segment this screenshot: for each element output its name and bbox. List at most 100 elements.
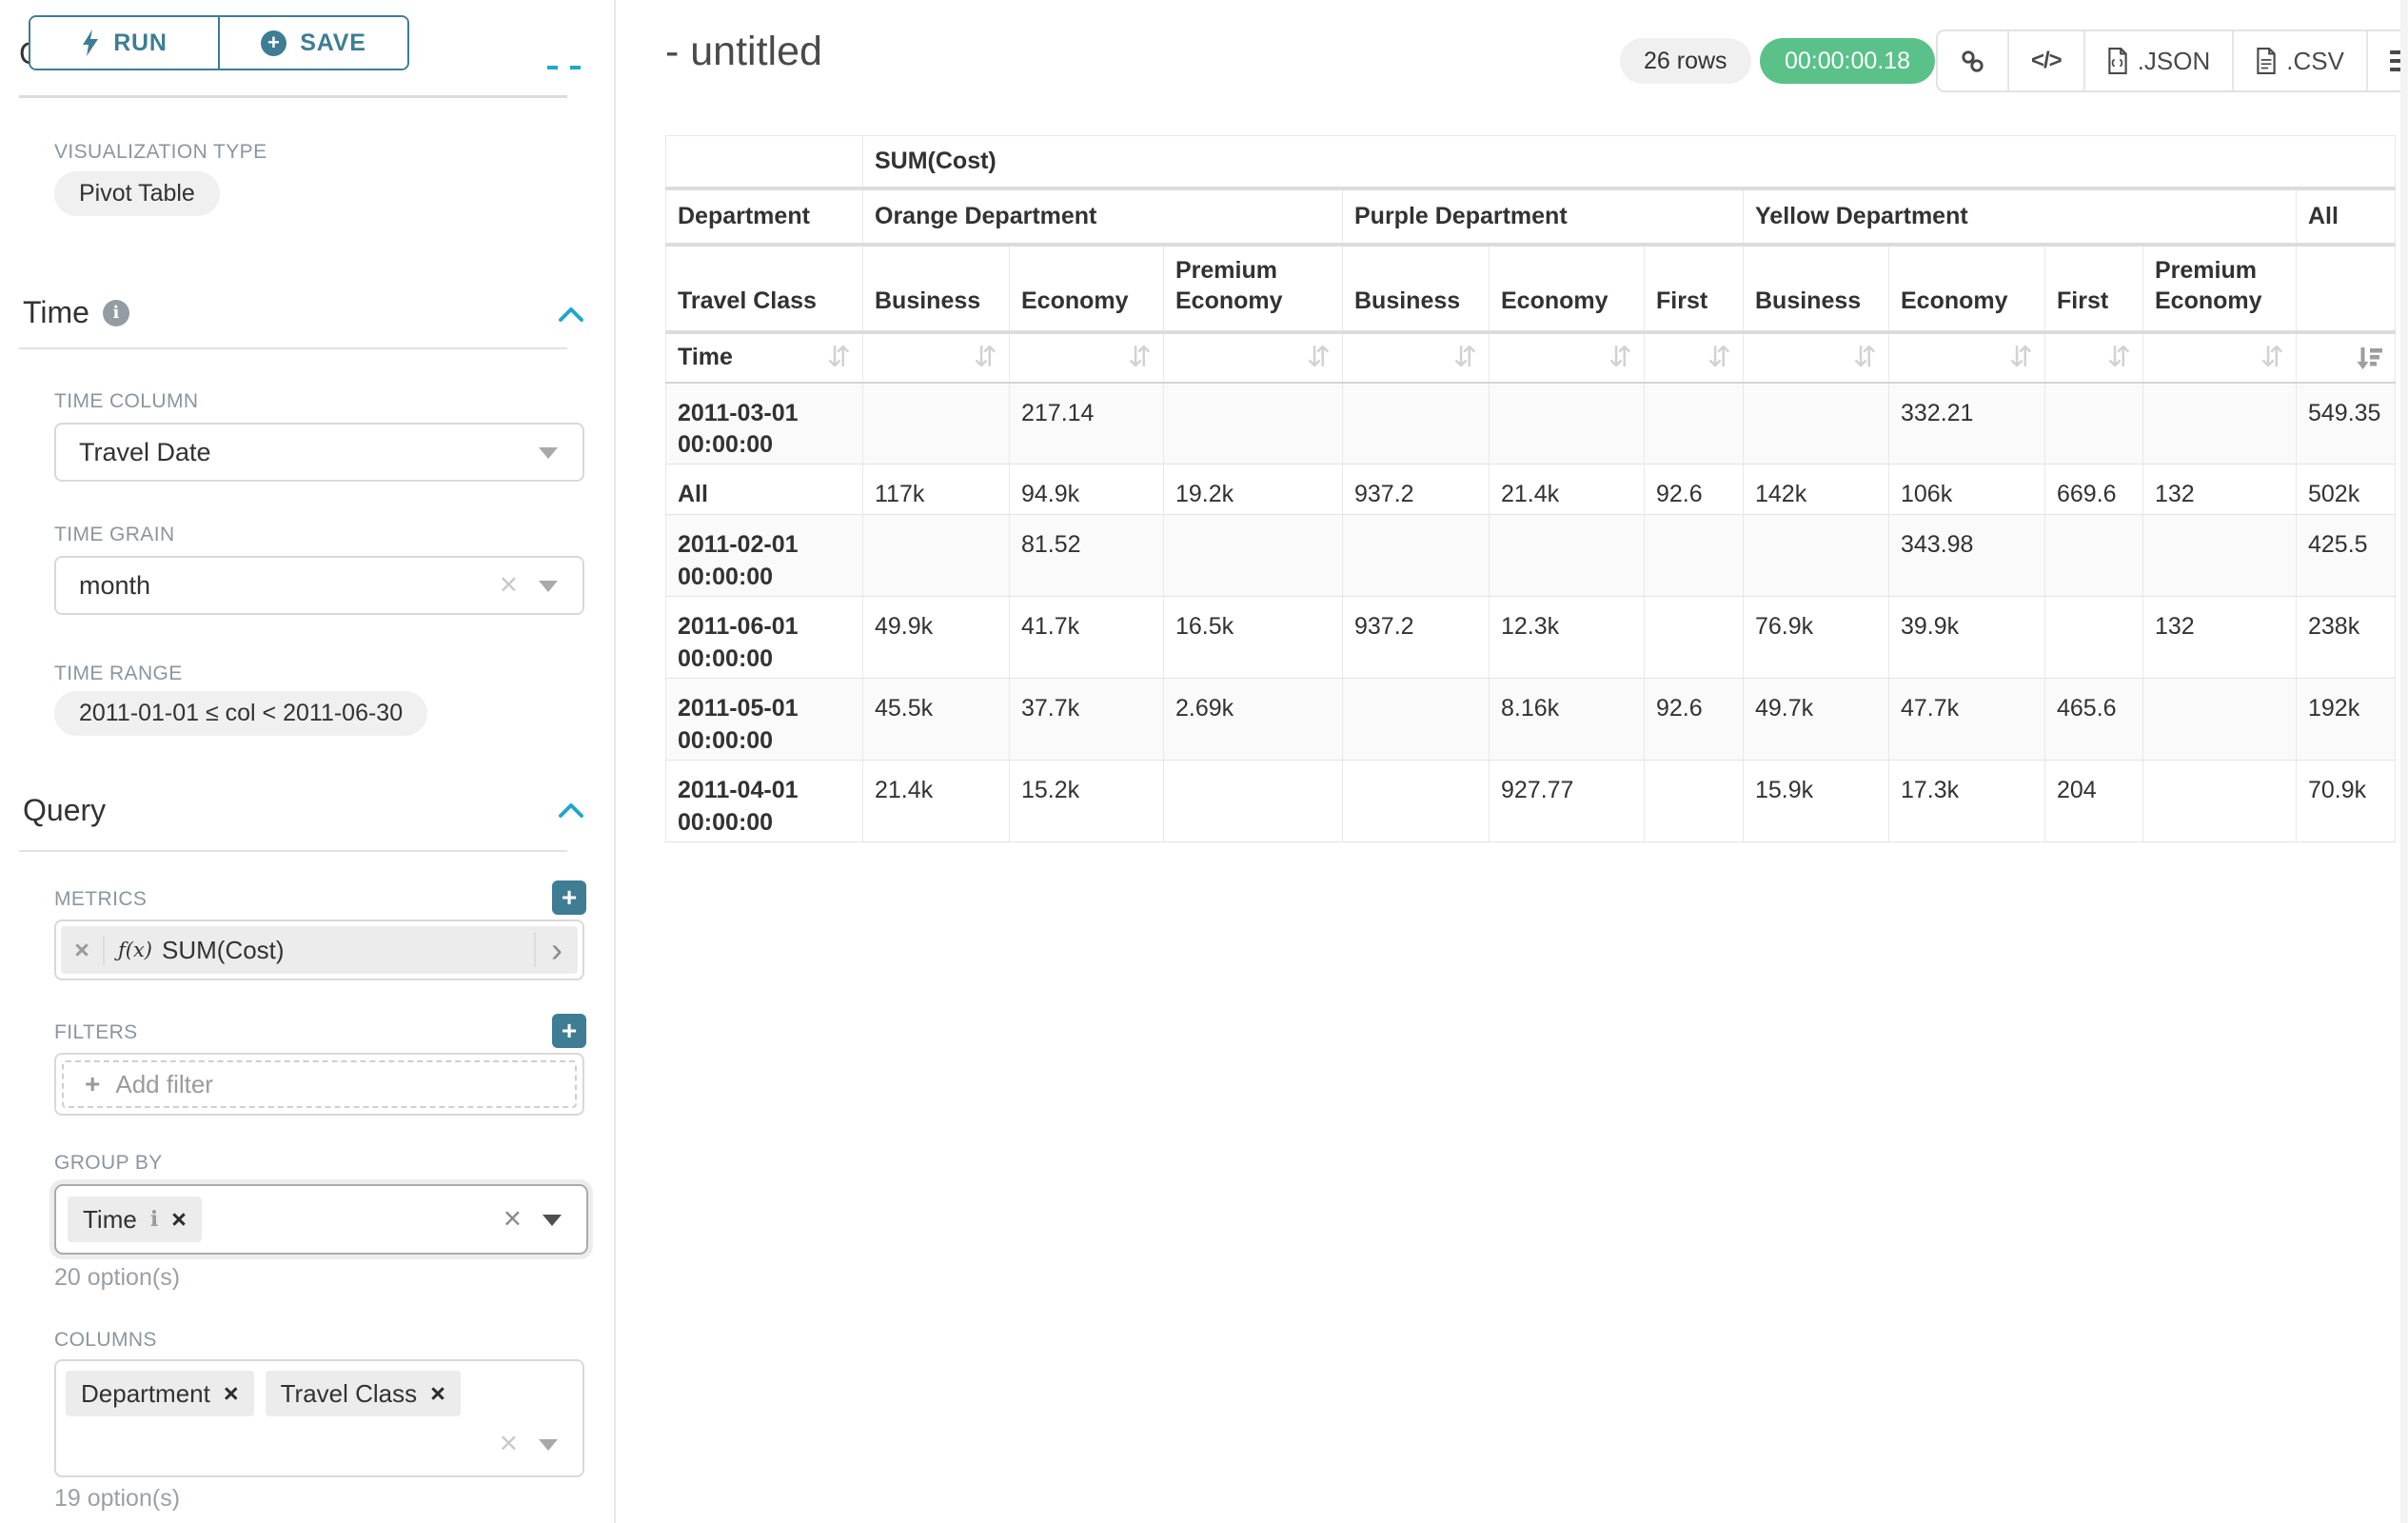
export-csv-button[interactable]: .CSV (2232, 31, 2366, 90)
columns-chip[interactable]: Travel Class × (266, 1371, 461, 1416)
sort-descending-icon[interactable] (2355, 344, 2383, 372)
pivot-value-cell (1164, 515, 1343, 597)
remove-chip-icon[interactable]: × (171, 1207, 187, 1233)
group-by-label: GROUP BY (54, 1152, 163, 1175)
sort-up-down-icon[interactable]: ⇵ (1307, 344, 1331, 372)
pivot-value-cell: 47.7k (1889, 679, 2045, 761)
sort-up-down-icon[interactable]: ⇵ (1853, 344, 1877, 372)
lightning-bolt-icon (81, 30, 100, 56)
clear-icon[interactable]: × (500, 568, 518, 600)
sort-up-down-icon[interactable]: ⇵ (2107, 344, 2131, 372)
travel-class-header: Premium Economy (2143, 245, 2297, 332)
time-grain-label: TIME GRAIN (54, 524, 175, 546)
pivot-value-cell: 669.6 (2045, 465, 2143, 515)
chevron-down-icon (543, 1215, 562, 1226)
columns-select[interactable]: Department × Travel Class × × (54, 1359, 584, 1477)
time-header-cell: Time ⇵ (666, 332, 863, 383)
columns-options-note: 19 option(s) (54, 1485, 180, 1513)
pivot-value-cell (1490, 383, 1645, 465)
travel-class-header: Business (1744, 245, 1889, 332)
export-json-button[interactable]: .JSON (2083, 31, 2233, 90)
sort-up-down-icon[interactable]: ⇵ (1128, 344, 1152, 372)
pivot-value-cell: 425.5 (2297, 515, 2396, 597)
chart-title[interactable]: - untitled (665, 29, 822, 75)
travel-class-header: Economy (1010, 245, 1164, 332)
share-link-button[interactable] (1938, 31, 2007, 90)
clear-icon[interactable]: × (500, 1427, 518, 1458)
columns-chip[interactable]: Department × (66, 1371, 254, 1416)
add-filter-plus-button[interactable]: + (552, 1014, 586, 1048)
metric-header-cell: SUM(Cost) (863, 136, 2396, 188)
embed-code-button[interactable]: </> (2007, 31, 2083, 90)
chevron-up-icon[interactable] (557, 305, 585, 324)
pivot-value-cell: 37.7k (1010, 679, 1164, 761)
sort-header-cell: ⇵ (1744, 332, 1889, 383)
pivot-data-row: 2011-02-01 00:00:0081.52343.98425.5 (666, 515, 2396, 597)
metric-main: ƒ(x) SUM(Cost) (105, 936, 534, 965)
group-by-chip[interactable]: Time i × (68, 1197, 202, 1242)
sort-up-down-icon[interactable]: ⇵ (1609, 344, 1632, 372)
visualization-type-pill[interactable]: Pivot Table (54, 171, 220, 216)
pivot-value-cell (1164, 383, 1343, 465)
pivot-value-cell: 2.69k (1164, 679, 1343, 761)
sort-up-down-icon[interactable]: ⇵ (1707, 344, 1731, 372)
sort-header-cell: ⇵ (1490, 332, 1645, 383)
chevron-down-icon (539, 581, 558, 592)
group-by-select[interactable]: Time i × × (54, 1184, 588, 1255)
pivot-value-cell (1343, 383, 1490, 465)
remove-chip-icon[interactable]: × (224, 1381, 239, 1407)
time-header-label: Time (678, 344, 733, 371)
sort-up-down-icon[interactable]: ⇵ (2009, 344, 2033, 372)
add-metric-button[interactable]: + (552, 880, 586, 915)
sort-header-cell: ⇵ (2045, 332, 2143, 383)
pivot-corner-cell (666, 136, 863, 188)
chevron-up-icon[interactable] (557, 801, 585, 820)
filters-control: + Add filter (54, 1053, 584, 1116)
time-grain-select[interactable]: month × (54, 556, 584, 615)
info-icon[interactable]: i (150, 1207, 158, 1232)
clear-icon[interactable]: × (503, 1202, 522, 1234)
fx-icon: ƒ(x) (118, 939, 152, 961)
travel-class-header: First (1645, 245, 1744, 332)
pivot-value-cell: 217.14 (1010, 383, 1164, 465)
time-grain-value: month (79, 571, 150, 601)
pivot-value-cell: 132 (2143, 597, 2297, 679)
chart-actions-toolbar: </> .JSON .CSV (1936, 30, 2408, 92)
chevron-right-icon[interactable]: › (534, 933, 578, 967)
pivot-value-cell: 70.9k (2297, 761, 2396, 842)
sort-up-down-icon[interactable]: ⇵ (1453, 344, 1477, 372)
sort-up-down-icon[interactable]: ⇵ (827, 344, 851, 372)
remove-metric-icon[interactable]: × (61, 936, 105, 965)
time-row-label: 2011-06-01 00:00:00 (666, 597, 863, 679)
info-circle-icon[interactable]: i (103, 300, 129, 326)
pivot-value-cell: 16.5k (1164, 597, 1343, 679)
remove-chip-icon[interactable]: × (430, 1381, 445, 1407)
sort-up-down-icon[interactable]: ⇵ (974, 344, 997, 372)
visualization-type-label: VISUALIZATION TYPE (54, 141, 266, 164)
pivot-value-cell: 45.5k (863, 679, 1010, 761)
row-dimension-header: Travel Class (666, 245, 863, 332)
pivot-table: SUM(Cost)DepartmentOrange DepartmentPurp… (665, 135, 2396, 842)
add-filter-label: Add filter (115, 1070, 213, 1099)
pivot-value-cell: 92.6 (1645, 679, 1744, 761)
pivot-value-cell: 332.21 (1889, 383, 2045, 465)
pivot-value-cell: 41.7k (1010, 597, 1164, 679)
add-filter-button[interactable]: + Add filter (62, 1060, 577, 1108)
time-range-pill[interactable]: 2011-01-01 ≤ col < 2011-06-30 (54, 691, 427, 736)
pivot-value-cell: 76.9k (1744, 597, 1889, 679)
time-row-label: 2011-02-01 00:00:00 (666, 515, 863, 597)
sort-header-cell: ⇵ (863, 332, 1010, 383)
time-section-title: Time i (23, 295, 129, 330)
metric-pill[interactable]: × ƒ(x) SUM(Cost) › (61, 926, 578, 974)
sort-header-cell: ⇵ (2143, 332, 2297, 383)
sort-header-cell: ⇵ (1645, 332, 1744, 383)
scrollbar-track[interactable] (2400, 0, 2408, 1523)
sort-up-down-icon[interactable]: ⇵ (2260, 344, 2284, 372)
run-button-label: RUN (113, 30, 168, 57)
time-column-select[interactable]: Travel Date (54, 423, 584, 482)
save-button[interactable]: + SAVE (220, 17, 407, 69)
pivot-value-cell: 937.2 (1343, 597, 1490, 679)
run-button[interactable]: RUN (30, 17, 220, 69)
chevron-down-icon (539, 1439, 558, 1451)
pivot-value-cell: 15.9k (1744, 761, 1889, 842)
